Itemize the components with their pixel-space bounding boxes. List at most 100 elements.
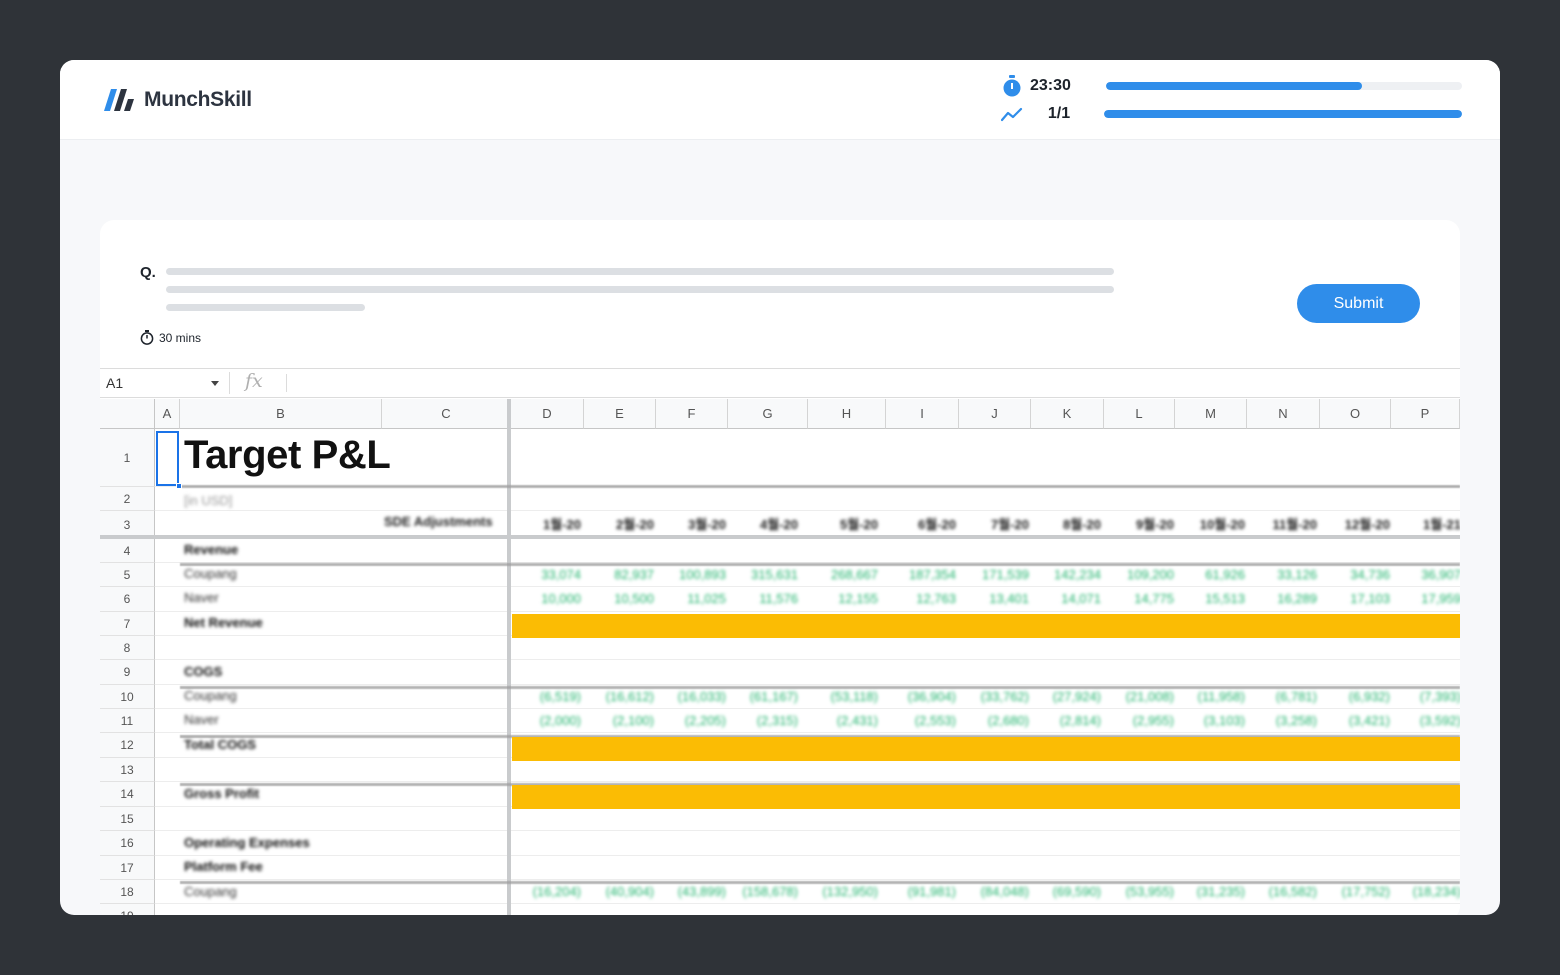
row-gridline: [155, 510, 1460, 511]
column-header-e[interactable]: E: [584, 399, 656, 429]
formula-bar: A1 fx: [100, 369, 1460, 398]
column-header-m[interactable]: M: [1175, 399, 1247, 429]
row-label: Operating Expenses: [184, 835, 310, 850]
row-header-9[interactable]: 9: [100, 660, 155, 685]
spreadsheet[interactable]: A1 fx A B C D E F G H I J K L M N O P 1 2 3 4 5 6 7 8 9 10 11 12 13 1…: [100, 368, 1460, 915]
date-header-cell: 12월-20: [1344, 517, 1390, 532]
value-cell: (2,553): [914, 713, 956, 728]
value-cell: (2,814): [1059, 713, 1101, 728]
formula-input[interactable]: [286, 374, 287, 392]
value-cell: 14,775: [1134, 591, 1174, 606]
stopwatch-icon: [1000, 74, 1024, 98]
value-cell: (6,932): [1348, 689, 1390, 704]
timer-row: 23:30: [1000, 74, 1462, 98]
row-header-5[interactable]: 5: [100, 563, 155, 587]
highlighted-formula-row[interactable]: [512, 737, 1460, 761]
trend-line-icon: [1000, 102, 1024, 126]
value-cell: (6,781): [1275, 689, 1317, 704]
column-header-c[interactable]: C: [382, 399, 511, 429]
row-header-15[interactable]: 15: [100, 807, 155, 831]
column-header-i[interactable]: I: [886, 399, 959, 429]
value-cell: 10,500: [614, 591, 654, 606]
fill-handle[interactable]: [176, 483, 182, 489]
row-header-17[interactable]: 17: [100, 856, 155, 880]
highlighted-formula-row[interactable]: [512, 785, 1460, 809]
column-header-a[interactable]: A: [155, 399, 180, 429]
row-header-18[interactable]: 18: [100, 880, 155, 904]
row-header-11[interactable]: 11: [100, 709, 155, 733]
row-header-12[interactable]: 12: [100, 733, 155, 758]
question-label: Q.: [140, 264, 156, 281]
brand-name: MunchSkill: [144, 88, 252, 111]
row-label: COGS: [184, 664, 223, 679]
value-cell: (84,048): [980, 884, 1029, 899]
question-text-placeholder: [166, 304, 365, 311]
column-header-p[interactable]: P: [1391, 399, 1460, 429]
row-label: Platform Fee: [184, 859, 263, 874]
row-header-2[interactable]: 2: [100, 487, 155, 511]
value-cell: 100,893: [679, 567, 726, 582]
section-rule: [180, 485, 1460, 488]
value-cell: 34,736: [1350, 567, 1390, 582]
date-header-cell: 2월-20: [616, 517, 654, 532]
value-cell: 187,354: [909, 567, 956, 582]
value-cell: (2,205): [684, 713, 726, 728]
value-cell: (53,955): [1125, 884, 1174, 899]
top-bar: MunchSkill 23:30 1/1: [60, 60, 1500, 140]
date-header-cell: 1월-21: [1423, 517, 1460, 532]
column-header-f[interactable]: F: [656, 399, 728, 429]
submit-button[interactable]: Submit: [1297, 284, 1420, 323]
date-header-cell: 11월-20: [1272, 517, 1318, 532]
date-header-cell: 7월-20: [991, 517, 1029, 532]
sheet-title: Target P&L: [184, 433, 391, 477]
row-gridline: [155, 586, 1460, 587]
question-text-placeholder: [166, 286, 1114, 293]
row-label: Total COGS: [184, 737, 256, 752]
value-cell: (2,955): [1132, 713, 1174, 728]
row-label: Coupang: [184, 688, 237, 703]
row-header-16[interactable]: 16: [100, 831, 155, 856]
value-cell: (3,258): [1275, 713, 1317, 728]
frozen-column-divider[interactable]: [507, 399, 511, 915]
column-header-k[interactable]: K: [1031, 399, 1104, 429]
row-header-8[interactable]: 8: [100, 636, 155, 660]
name-box-dropdown-icon[interactable]: [211, 381, 219, 386]
highlighted-formula-row[interactable]: [512, 614, 1460, 638]
row-header-1[interactable]: 1: [100, 429, 155, 487]
row-header-4[interactable]: 4: [100, 539, 155, 563]
value-cell: (40,904): [605, 884, 654, 899]
date-header-cell: 3월-20: [688, 517, 726, 532]
row-header-13[interactable]: 13: [100, 758, 155, 782]
row-header-14[interactable]: 14: [100, 782, 155, 807]
column-header-h[interactable]: H: [808, 399, 886, 429]
value-cell: 82,937: [614, 567, 654, 582]
column-header-g[interactable]: G: [728, 399, 808, 429]
value-cell: 61,926: [1205, 567, 1245, 582]
column-header-o[interactable]: O: [1320, 399, 1391, 429]
value-cell: (158,678): [742, 884, 798, 899]
frozen-row-divider[interactable]: [100, 535, 1460, 539]
value-cell: 33,126: [1277, 567, 1317, 582]
value-cell: 36,907: [1421, 567, 1460, 582]
row-header-6[interactable]: 6: [100, 587, 155, 612]
selected-cell-a1[interactable]: [156, 431, 179, 486]
value-cell: (31,235): [1196, 884, 1245, 899]
row-header-19[interactable]: 19: [100, 904, 155, 915]
column-header-j[interactable]: J: [959, 399, 1031, 429]
row-gridline: [155, 903, 1460, 904]
row-gridline: [155, 684, 1460, 685]
row-header-10[interactable]: 10: [100, 685, 155, 709]
column-header-n[interactable]: N: [1247, 399, 1320, 429]
select-all-corner[interactable]: [100, 399, 155, 429]
value-cell: 142,234: [1054, 567, 1101, 582]
column-header-d[interactable]: D: [511, 399, 584, 429]
progress-bar-fill: [1104, 110, 1462, 118]
column-header-l[interactable]: L: [1104, 399, 1175, 429]
column-header-b[interactable]: B: [180, 399, 382, 429]
value-cell: 14,071: [1061, 591, 1101, 606]
name-box[interactable]: A1: [106, 375, 123, 391]
row-header-7[interactable]: 7: [100, 612, 155, 636]
row-label: Coupang: [184, 884, 237, 899]
value-cell: (16,582): [1268, 884, 1317, 899]
value-cell: (16,612): [605, 689, 654, 704]
